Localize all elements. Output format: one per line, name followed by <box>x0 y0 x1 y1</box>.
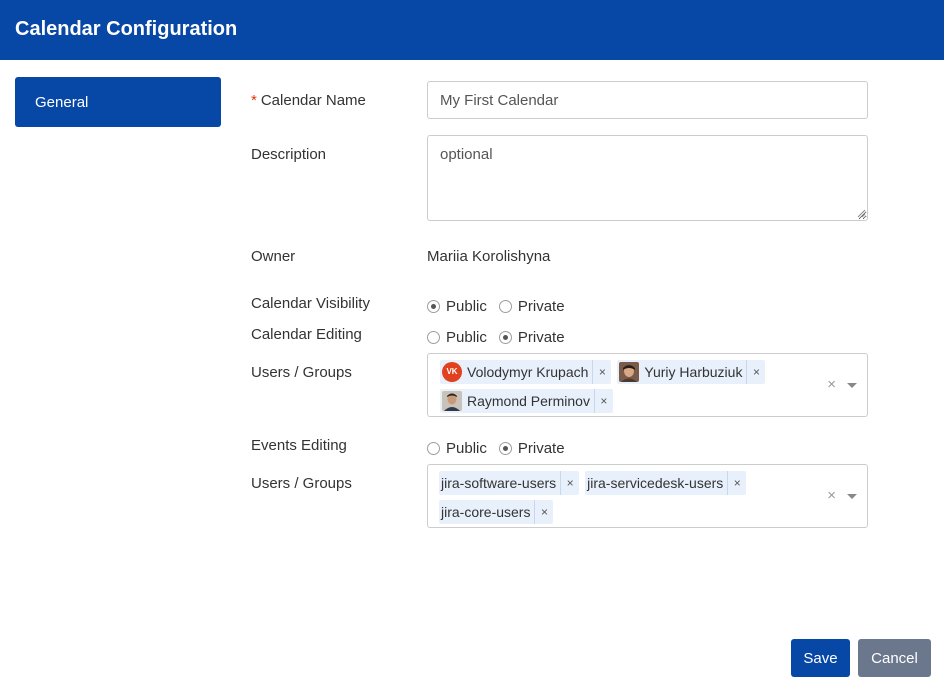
nav-item-general-label: General <box>35 94 89 111</box>
radio-unchecked-icon <box>498 299 512 313</box>
page-title: Calendar Configuration <box>15 18 238 40</box>
calendar-editing-radio-group: Public Private <box>427 327 577 347</box>
nav-item-general[interactable]: General <box>15 77 221 127</box>
radio-label: Private <box>517 439 565 457</box>
calendar-editing-users-groups-label: Users / Groups <box>251 364 352 381</box>
remove-chip-icon[interactable]: × <box>747 365 765 379</box>
remove-chip-icon[interactable]: × <box>728 476 746 490</box>
radio-label: Public <box>446 328 487 346</box>
events-editing-public-radio[interactable]: Public <box>427 440 487 457</box>
user-chip: Yuriy Harbuziuk × <box>617 359 766 384</box>
chevron-down-icon[interactable] <box>847 494 857 499</box>
description-textarea[interactable] <box>427 135 868 221</box>
radio-label: Public <box>446 439 487 457</box>
remove-chip-icon[interactable]: × <box>535 505 553 519</box>
calendar-name-input[interactable] <box>427 81 868 119</box>
user-chip-name: Raymond Perminov <box>467 392 590 409</box>
selected-users: VK Volodymyr Krupach × Yuriy Harbuziuk × <box>440 358 820 416</box>
radio-unchecked-icon <box>427 330 440 344</box>
radio-label: Private <box>517 328 565 346</box>
calendar-editing-label: Calendar Editing <box>251 326 362 343</box>
radio-unchecked-icon <box>427 441 440 455</box>
events-editing-private-radio[interactable]: Private <box>498 439 565 457</box>
radio-checked-icon <box>498 441 512 455</box>
group-chip: jira-servicedesk-users × <box>585 470 747 495</box>
chevron-down-icon[interactable] <box>847 383 857 388</box>
calendar-visibility-label: Calendar Visibility <box>251 295 370 312</box>
group-chip: jira-core-users × <box>439 499 554 524</box>
events-editing-groups-select[interactable]: jira-software-users × jira-servicedesk-u… <box>427 464 868 528</box>
owner-value: Mariia Korolishyna <box>427 248 551 265</box>
radio-label: Public <box>446 297 487 315</box>
remove-chip-icon[interactable]: × <box>561 476 579 490</box>
user-chip-name: Yuriy Harbuziuk <box>644 363 743 380</box>
group-chip-name: jira-servicedesk-users <box>585 470 729 495</box>
user-avatar <box>619 361 640 382</box>
description-label: Description <box>251 146 327 163</box>
clear-selection-icon[interactable]: × <box>827 376 836 393</box>
required-marker: * <box>251 92 257 109</box>
events-editing-radio-group: Public Private <box>427 438 577 458</box>
user-avatar: VK <box>442 361 462 382</box>
clear-selection-icon[interactable]: × <box>827 487 836 504</box>
radio-checked-icon <box>427 299 440 313</box>
radio-label: Private <box>517 297 565 315</box>
group-chip-name: jira-software-users <box>439 470 562 495</box>
user-chip: VK Volodymyr Krupach × <box>440 359 612 384</box>
events-editing-users-groups-label: Users / Groups <box>251 475 352 492</box>
cancel-button[interactable]: Cancel <box>858 639 931 677</box>
calendar-visibility-public-radio[interactable]: Public <box>427 298 487 315</box>
events-editing-label: Events Editing <box>251 437 347 454</box>
group-chip: jira-software-users × <box>439 470 580 495</box>
header-bar: Calendar Configuration <box>0 0 944 60</box>
selected-groups: jira-software-users × jira-servicedesk-u… <box>439 469 819 527</box>
radio-checked-icon <box>498 330 512 344</box>
remove-chip-icon[interactable]: × <box>595 394 613 408</box>
calendar-editing-users-select[interactable]: VK Volodymyr Krupach × Yuriy Harbuziuk × <box>427 353 868 417</box>
owner-label: Owner <box>251 248 296 265</box>
user-chip: Raymond Perminov × <box>440 388 613 413</box>
calendar-visibility-radio-group: Public Private <box>427 296 577 316</box>
calendar-visibility-private-radio[interactable]: Private <box>498 297 565 315</box>
remove-chip-icon[interactable]: × <box>593 365 611 379</box>
user-avatar <box>442 390 462 411</box>
save-button[interactable]: Save <box>791 639 850 677</box>
calendar-name-label: * Calendar Name <box>251 92 366 109</box>
user-chip-name: Volodymyr Krupach <box>467 363 589 380</box>
group-chip-name: jira-core-users <box>439 499 536 524</box>
calendar-editing-private-radio[interactable]: Private <box>498 328 565 346</box>
calendar-editing-public-radio[interactable]: Public <box>427 329 487 346</box>
